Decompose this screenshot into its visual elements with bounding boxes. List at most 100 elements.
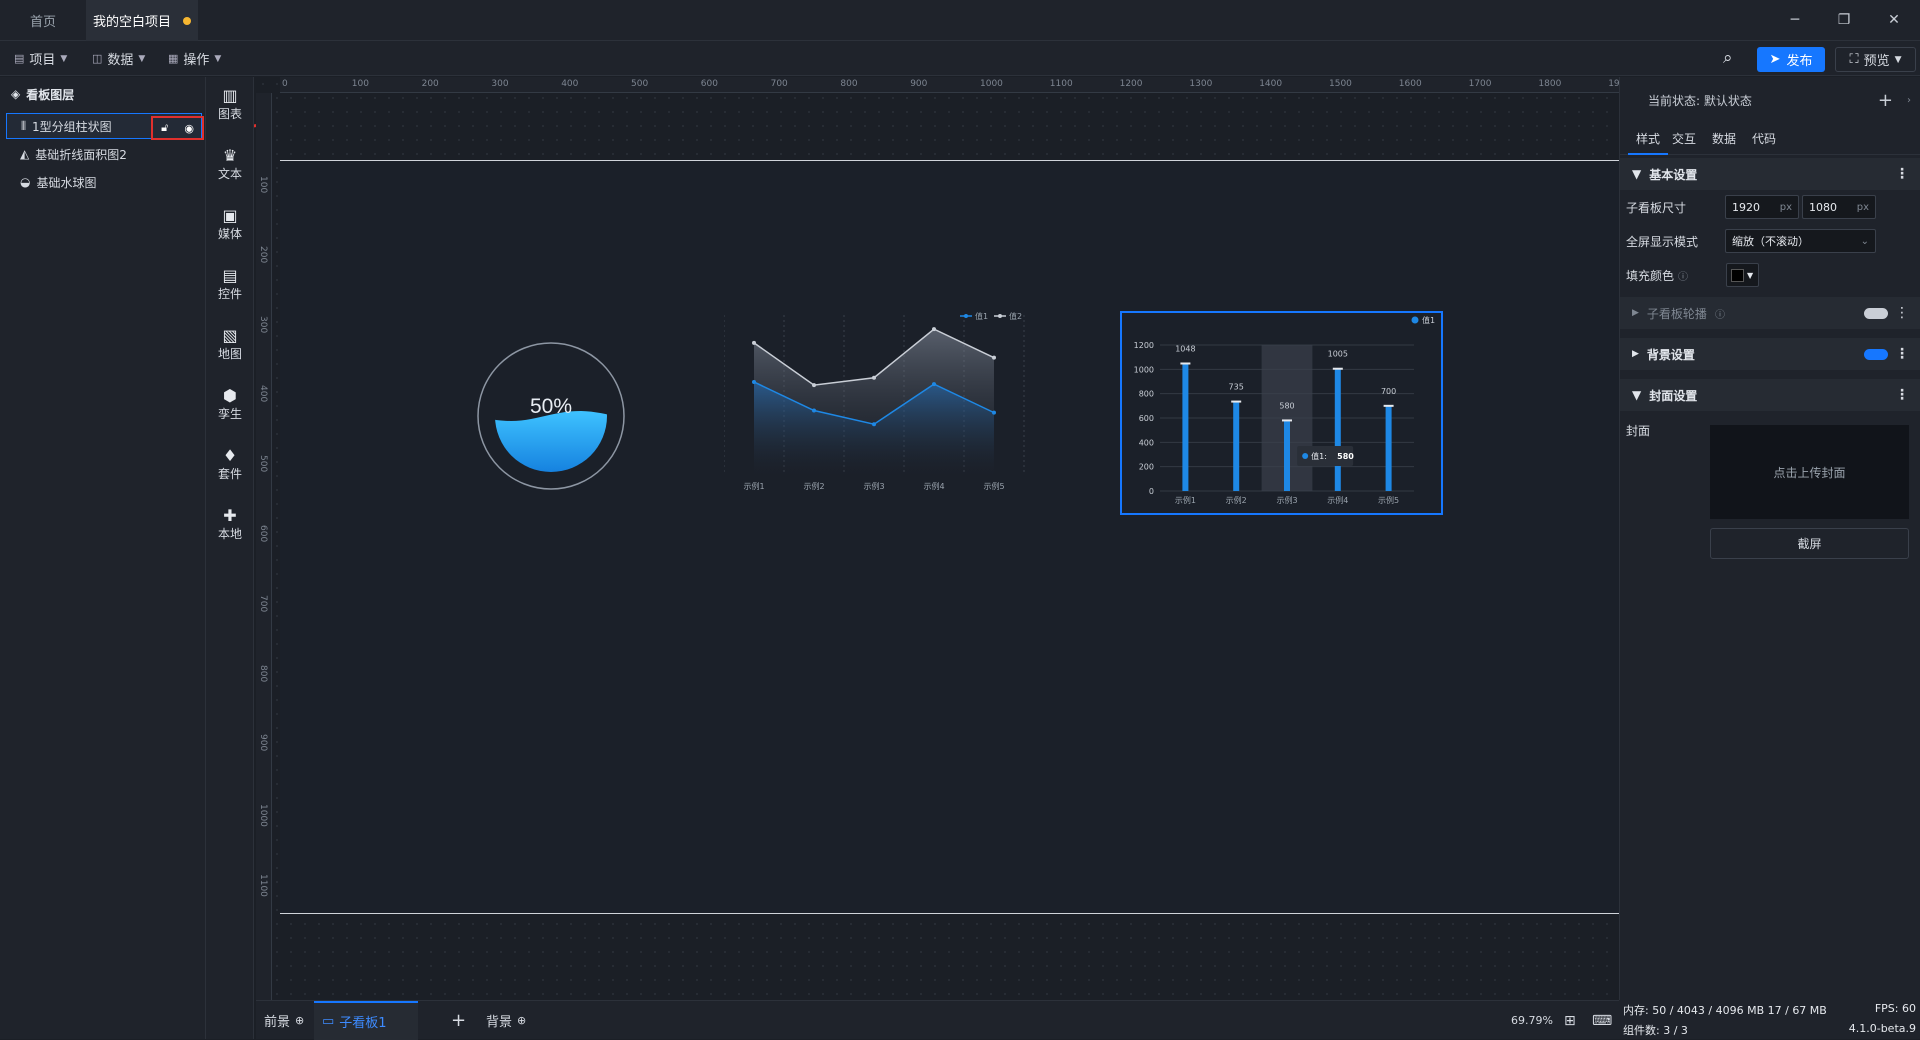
layer-item-liquid[interactable]: ◒ 基础水球图 [6,169,202,195]
section-background[interactable]: ▶ 背景设置 ⋮ [1620,338,1920,370]
database-icon: ◫ [92,52,103,65]
tab-code[interactable]: 代码 [1752,123,1776,155]
chevron-right-icon[interactable]: › [1907,95,1911,106]
tool-widget[interactable]: ▤ 控件 [206,267,254,302]
ruler-top-tick: 600 [700,79,718,89]
menu-operate[interactable]: ▦ 操作 ▼ [168,41,221,76]
tab-background-label: 背景 [486,1015,513,1030]
bar [1385,405,1392,491]
help-icon[interactable]: ⓘ [1715,306,1725,321]
liquid-icon: ◒ [20,175,31,189]
carousel-toggle[interactable] [1864,307,1888,319]
tool-text[interactable]: ♛ 文本 [206,147,254,182]
section-background-title: 背景设置 [1646,347,1695,362]
fullscreen-value: 缩放（不滚动） [1732,235,1809,248]
restore-icon[interactable]: ❐ [1832,8,1856,32]
tool-label: 图表 [217,107,242,121]
canvas-area[interactable]: 0 100 200 300 400 500 600 700 800 900 1000 1100 1200… [256,77,1619,1000]
eye-icon[interactable]: ◉ [184,122,194,135]
ruler-top-tick: 1700 [1468,79,1492,89]
tab-home[interactable]: 首页 [0,0,86,41]
close-icon[interactable]: ✕ [1882,8,1906,32]
menu-data[interactable]: ◫ 数据 ▼ [92,41,145,76]
tab-data[interactable]: 数据 [1712,123,1736,155]
add-tab-icon[interactable]: + [451,1001,466,1040]
ruler-top-tick: 1000 [980,79,1003,89]
add-circle-icon[interactable]: ⊕ [295,1014,304,1027]
ruler-top-tick: 1400 [1259,79,1283,89]
unlock-icon[interactable]: 🔓︎ [161,121,168,135]
liquid-ball-chart[interactable]: 50% [476,340,626,490]
version-label: 4.1.0-beta.9 [1848,1022,1916,1035]
minimize-icon[interactable]: ─ [1783,8,1807,32]
area-point [932,382,936,387]
layer-panel-header: ◈ 看板图层 [0,77,205,111]
add-state-icon[interactable]: + [1878,90,1893,111]
caret-down-icon: ▼ [1632,167,1642,181]
more-icon[interactable]: ⋮ [1895,305,1909,321]
menu-project[interactable]: ▤ 项目 ▼ [14,41,67,76]
section-basic[interactable]: ▼ 基本设置 ⋮ [1620,158,1920,190]
fit-screen-icon[interactable]: ⊞ [1564,1001,1576,1040]
board-canvas[interactable] [280,160,1619,914]
cover-upload-area[interactable]: 点击上传封面 [1710,425,1909,519]
menu-data-label: 数据 [107,53,134,68]
zoom-level[interactable]: 69.79% [1511,1001,1553,1040]
bar-y-tick: 400 [1139,438,1154,447]
bar [1233,401,1240,491]
tool-map[interactable]: ▧ 地图 [206,327,254,362]
bar-x-tick: 示例4 [1327,495,1348,505]
tool-twin[interactable]: ⬢ 孪生 [206,387,254,422]
tab-project[interactable]: 我的空白项目 [86,0,198,41]
ruler-left-tick: 100 [258,176,268,194]
ruler-top-tick: 500 [631,79,649,89]
screenshot-button[interactable]: 截屏 [1710,528,1909,559]
area-chart[interactable]: 示例1 示例2 示例3 示例4 示例5 值1 值2 [724,307,1054,507]
section-carousel[interactable]: ▶ 子看板轮播 ⓘ ⋮ [1620,297,1920,329]
help-icon[interactable]: ⓘ [1678,268,1688,283]
area-x-tick: 示例2 [803,481,824,491]
fullscreen-select[interactable]: 缩放（不滚动） ⌄ [1725,229,1876,253]
tab-interaction[interactable]: 交互 [1672,123,1696,155]
ruler-left-tick: 600 [258,525,268,543]
layer-item-area-chart[interactable]: ◭ 基础折线面积图2 [6,141,202,167]
section-cover[interactable]: ▼ 封面设置 ⋮ [1620,379,1920,411]
legend-marker [964,314,968,318]
caret-down-icon: ▼ [1747,270,1754,280]
ruler-top-tick: 1800 [1538,79,1562,89]
kit-icon: ♦ [222,446,238,465]
width-input[interactable]: 1920 px [1725,195,1799,219]
tooltip-marker [1302,453,1309,459]
keyboard-icon[interactable]: ⌨ [1592,1001,1612,1040]
tool-media[interactable]: ▣ 媒体 [206,207,254,242]
grid-icon: ▦ [168,52,179,65]
color-swatch [1731,268,1744,282]
bar-chart[interactable]: 0 200 400 600 800 1000 1200 1048 示例1 735 示例2 580 示例3… [1120,311,1443,515]
ruler-top-tick: 200 [421,79,439,89]
background-toggle[interactable] [1864,348,1888,360]
ruler-left-tick: 300 [258,315,268,333]
fill-color-picker[interactable]: ▼ [1726,263,1759,287]
tool-label: 文本 [217,167,242,181]
layers-icon: ◈ [11,87,21,101]
bar-cap [1282,419,1292,422]
height-input[interactable]: 1080 px [1802,195,1876,219]
publish-button[interactable]: ➤ 发布 [1757,47,1825,72]
tab-style[interactable]: 样式 [1628,123,1668,155]
text-icon: ♛ [222,146,238,165]
height-value: 1080 [1809,200,1837,214]
add-circle-icon[interactable]: ⊕ [517,1014,526,1027]
preview-button[interactable]: ⛶ 预览 ▼ [1835,47,1916,72]
ruler-top-tick: 300 [491,79,509,89]
more-icon[interactable]: ⋮ [1895,346,1909,362]
tool-label: 套件 [217,467,242,481]
tab-background[interactable]: 背景 ⊕ [486,1001,526,1040]
tool-local[interactable]: ✚ 本地 [206,507,254,542]
more-icon[interactable]: ⋮ [1895,166,1909,182]
search-icon[interactable]: ⌕ [1723,48,1733,68]
tool-chart[interactable]: ▥ 图表 [206,87,254,122]
tool-kit[interactable]: ♦ 套件 [206,447,254,482]
tab-subboard[interactable]: ▭ 子看板1 [314,1001,418,1040]
more-icon[interactable]: ⋮ [1895,387,1909,403]
tab-foreground[interactable]: 前景 ⊕ [264,1001,304,1040]
